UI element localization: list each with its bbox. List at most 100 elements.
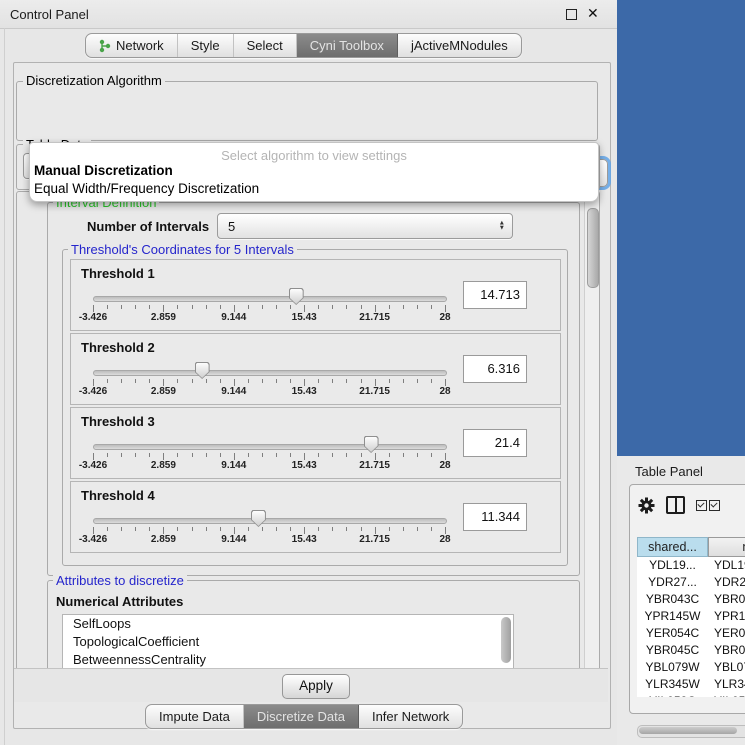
shared-name-cell[interactable]: YBR043C bbox=[637, 591, 708, 608]
name-cell[interactable]: YBR045C bbox=[708, 642, 745, 659]
name-cell[interactable]: YDL19... bbox=[708, 557, 745, 574]
slider-tick bbox=[248, 453, 249, 457]
slider-tick-label: 2.859 bbox=[151, 312, 176, 323]
tab-label: jActiveMNodules bbox=[411, 38, 508, 53]
slider-tick-label: 21.715 bbox=[359, 460, 390, 471]
shared-name-cell[interactable]: YDL19... bbox=[637, 557, 708, 574]
shared-name-cell[interactable]: YLR345W bbox=[637, 676, 708, 693]
table-row[interactable]: YER054CYER054C bbox=[637, 625, 745, 642]
shared-name-cell[interactable]: YBL079W bbox=[637, 659, 708, 676]
algorithm-option-manual[interactable]: Manual Discretization bbox=[34, 163, 173, 178]
network-icon bbox=[99, 39, 111, 53]
shared-name-cell[interactable]: YPR145W bbox=[637, 608, 708, 625]
table-horizontal-scrollbar-thumb[interactable] bbox=[639, 727, 737, 734]
threshold-value-field[interactable]: 14.713 bbox=[463, 281, 527, 309]
shared-name-cell[interactable]: YIL052C bbox=[637, 693, 708, 697]
shared-name-cell[interactable]: YBR045C bbox=[637, 642, 708, 659]
slider-tick bbox=[304, 305, 305, 312]
name-cell[interactable]: YER054C bbox=[708, 625, 745, 642]
tab-cyni-toolbox[interactable]: Cyni Toolbox bbox=[297, 34, 398, 57]
shared-name-cell[interactable]: YDR27... bbox=[637, 574, 708, 591]
slider-tick bbox=[234, 527, 235, 534]
slider-tick bbox=[234, 453, 235, 460]
threshold-value-field[interactable]: 6.316 bbox=[463, 355, 527, 383]
slider-tick bbox=[107, 453, 108, 457]
node-table[interactable]: shared...nameYDL19...YDL19...YDR27...YDR… bbox=[637, 537, 745, 697]
slider-tick bbox=[262, 527, 263, 531]
attributes-list-scrollbar-thumb[interactable] bbox=[501, 617, 511, 663]
tab-style[interactable]: Style bbox=[178, 34, 234, 57]
slider-tick bbox=[389, 379, 390, 383]
slider-tick bbox=[163, 527, 164, 534]
name-cell[interactable]: YPR145W bbox=[708, 608, 745, 625]
tab-label: Style bbox=[191, 38, 220, 53]
discretization-algorithm-group bbox=[16, 81, 598, 141]
table-row[interactable]: YDR27...YDR27... bbox=[637, 574, 745, 591]
table-row[interactable]: YPR145WYPR145W bbox=[637, 608, 745, 625]
tab-select[interactable]: Select bbox=[234, 34, 297, 57]
slider-thumb[interactable] bbox=[195, 362, 210, 379]
name-cell[interactable]: YBR043C bbox=[708, 591, 745, 608]
select-all-columns-icon[interactable] bbox=[696, 500, 707, 511]
threshold-value-field[interactable]: 21.4 bbox=[463, 429, 527, 457]
slider-thumb[interactable] bbox=[289, 288, 304, 305]
table-horizontal-scrollbar[interactable] bbox=[637, 725, 745, 738]
node-table-window: shared...nameYDL19...YDL19...YDR27...YDR… bbox=[629, 484, 745, 714]
slider-tick-label: -3.426 bbox=[79, 534, 107, 545]
slider-tick bbox=[318, 453, 319, 457]
name-cell[interactable]: YIL052C bbox=[708, 693, 745, 697]
table-row[interactable]: YIL052CYIL052C bbox=[637, 693, 745, 697]
slider-track[interactable] bbox=[93, 518, 447, 524]
slider-tick bbox=[192, 379, 193, 383]
slider-track[interactable] bbox=[93, 296, 447, 302]
name-cell[interactable]: YLR345W bbox=[708, 676, 745, 693]
slider-tick bbox=[332, 305, 333, 309]
slider-tick bbox=[248, 305, 249, 309]
name-cell[interactable]: YDR27... bbox=[708, 574, 745, 591]
table-row[interactable]: YLR345WYLR345W bbox=[637, 676, 745, 693]
attribute-item-betweennesscentrality[interactable]: BetweennessCentrality bbox=[63, 651, 513, 669]
column-header-shared[interactable]: shared... bbox=[637, 537, 708, 557]
close-icon[interactable]: ✕ bbox=[587, 5, 599, 22]
slider-tick-label: 28 bbox=[439, 386, 450, 397]
slider-tick bbox=[276, 379, 277, 383]
vertical-scrollbar[interactable] bbox=[584, 192, 599, 668]
table-row[interactable]: YDL19...YDL19... bbox=[637, 557, 745, 574]
slider-thumb[interactable] bbox=[364, 436, 379, 453]
table-row[interactable]: YBL079WYBL079W bbox=[637, 659, 745, 676]
name-cell[interactable]: YBL079W bbox=[708, 659, 745, 676]
slider-tick bbox=[177, 305, 178, 309]
slider-tick bbox=[107, 305, 108, 309]
number-of-intervals-combobox[interactable]: 5 ▲▼ bbox=[217, 213, 513, 239]
tab-discretize-data[interactable]: Discretize Data bbox=[244, 705, 359, 728]
attribute-item-topologicalcoefficient[interactable]: TopologicalCoefficient bbox=[63, 633, 513, 651]
table-row[interactable]: YBR045CYBR045C bbox=[637, 642, 745, 659]
slider-tick bbox=[304, 453, 305, 460]
table-row[interactable]: YBR043CYBR043C bbox=[637, 591, 745, 608]
algorithm-option-equal-width[interactable]: Equal Width/Frequency Discretization bbox=[34, 181, 259, 196]
slider-tick-label: 9.144 bbox=[221, 386, 246, 397]
threshold-value-field[interactable]: 11.344 bbox=[463, 503, 527, 531]
slider-tick-label: -3.426 bbox=[79, 312, 107, 323]
split-view-icon[interactable] bbox=[666, 496, 685, 514]
vertical-scrollbar-thumb[interactable] bbox=[587, 208, 599, 288]
slider-thumb[interactable] bbox=[251, 510, 266, 527]
slider-tick bbox=[389, 453, 390, 457]
tab-network[interactable]: Network bbox=[86, 34, 178, 57]
select-none-columns-icon[interactable] bbox=[709, 500, 720, 511]
slider-tick bbox=[149, 379, 150, 383]
shared-name-cell[interactable]: YER054C bbox=[637, 625, 708, 642]
column-header-name[interactable]: name bbox=[708, 537, 745, 557]
algorithm-placeholder-option[interactable]: Select algorithm to view settings bbox=[30, 148, 598, 163]
tab-impute-data[interactable]: Impute Data bbox=[146, 705, 244, 728]
float-window-icon[interactable] bbox=[566, 9, 577, 20]
slider-track[interactable] bbox=[93, 444, 447, 450]
tab-infer-network[interactable]: Infer Network bbox=[359, 705, 462, 728]
numerical-attributes-list[interactable]: SelfLoopsTopologicalCoefficientBetweenne… bbox=[62, 614, 514, 671]
gear-icon[interactable] bbox=[638, 497, 655, 514]
slider-track[interactable] bbox=[93, 370, 447, 376]
apply-button[interactable]: Apply bbox=[282, 674, 350, 699]
attribute-item-selfloops[interactable]: SelfLoops bbox=[63, 615, 513, 633]
slider-tick bbox=[346, 379, 347, 383]
tab-jactivemnodules[interactable]: jActiveMNodules bbox=[398, 34, 521, 57]
